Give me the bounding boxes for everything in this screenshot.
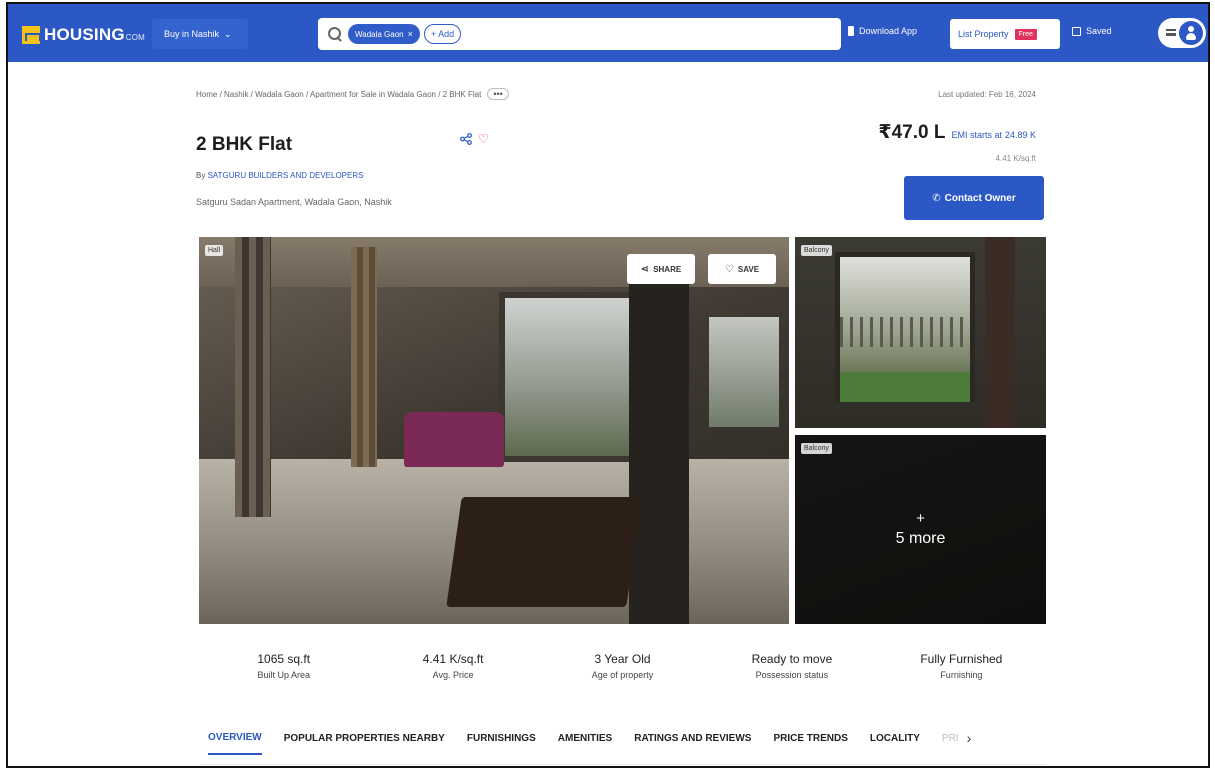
saved-label: Saved bbox=[1086, 26, 1112, 36]
share-button[interactable]: ⋖ SHARE bbox=[627, 254, 695, 284]
photo-detail bbox=[404, 412, 504, 467]
photo-detail bbox=[629, 277, 689, 624]
download-app-label: Download App bbox=[859, 26, 918, 36]
phone-icon: ✆ bbox=[932, 192, 941, 204]
stat-furnishing: Fully Furnished Furnishing bbox=[877, 652, 1046, 680]
stat-value: Fully Furnished bbox=[920, 652, 1003, 666]
balcony-photo-1[interactable]: Balcony bbox=[795, 237, 1046, 428]
stat-avg-price: 4.41 K/sq.ft Avg. Price bbox=[368, 652, 537, 680]
contact-owner-label: Contact Owner bbox=[944, 192, 1016, 204]
city-select-label: Buy in Nashik bbox=[164, 29, 220, 39]
list-property-button[interactable]: List Property Free bbox=[950, 19, 1060, 49]
menu-icon bbox=[1166, 29, 1176, 36]
listing-title: 2 BHK Flat bbox=[196, 134, 293, 155]
more-photos-label: 5 more bbox=[895, 530, 946, 547]
phone-icon bbox=[848, 26, 854, 36]
price-per-sqft: 4.41 K/sq.ft bbox=[995, 154, 1036, 163]
tabs-divider bbox=[199, 764, 1046, 765]
price-block: ₹47.0 L EMI starts at 24.89 K bbox=[878, 121, 1036, 144]
photo-detail bbox=[840, 372, 970, 402]
breadcrumb[interactable]: Home / Nashik / Wadala Gaon / Apartment … bbox=[196, 88, 509, 100]
logo-text: HOUSING bbox=[44, 25, 125, 44]
listing-price: ₹47.0 L bbox=[878, 122, 946, 143]
close-icon[interactable]: × bbox=[408, 29, 413, 39]
breadcrumb-more-button[interactable]: ••• bbox=[487, 88, 509, 100]
emi-label: EMI starts at bbox=[951, 130, 1002, 140]
photo-tag: Hall bbox=[205, 245, 224, 256]
chevron-right-icon[interactable]: › bbox=[967, 730, 972, 756]
free-badge: Free bbox=[1014, 28, 1037, 40]
property-stats: 1065 sq.ft Built Up Area 4.41 K/sq.ft Av… bbox=[199, 652, 1046, 680]
heart-icon: ♡ bbox=[724, 263, 734, 275]
stat-age: 3 Year Old Age of property bbox=[538, 652, 707, 680]
title-actions: ♡ bbox=[460, 132, 489, 146]
photo-detail bbox=[840, 317, 970, 347]
photo-detail bbox=[351, 247, 377, 467]
builder-link[interactable]: SATGURU BUILDERS AND DEVELOPERS bbox=[208, 171, 364, 180]
contact-owner-button[interactable]: ✆ Contact Owner bbox=[904, 176, 1044, 220]
browser-frame: HOUSING COM Buy in Nashik ⌄ Wadala Gaon … bbox=[6, 2, 1210, 768]
stat-value: 3 Year Old bbox=[594, 652, 651, 666]
photo-detail bbox=[709, 317, 779, 427]
stat-label: Built Up Area bbox=[257, 670, 310, 680]
user-menu-toggle[interactable] bbox=[1158, 18, 1206, 48]
photo-detail bbox=[235, 237, 271, 517]
breadcrumb-text[interactable]: Home / Nashik / Wadala Gaon / Apartment … bbox=[196, 90, 481, 99]
tab-overview[interactable]: OVERVIEW bbox=[208, 732, 262, 755]
share-icon: ⋖ bbox=[640, 263, 650, 275]
search-icon bbox=[328, 27, 342, 41]
builder-prefix: By bbox=[196, 171, 206, 180]
photo-detail bbox=[199, 237, 789, 287]
photo-detail bbox=[446, 497, 642, 607]
list-property-label: List Property bbox=[958, 29, 1009, 39]
stat-value: 4.41 K/sq.ft bbox=[422, 652, 484, 666]
stat-possession: Ready to move Possession status bbox=[707, 652, 876, 680]
last-updated: Last updated: Feb 16, 2024 bbox=[938, 90, 1036, 99]
stat-label: Avg. Price bbox=[432, 670, 474, 680]
more-photos-button[interactable]: + 5 more bbox=[795, 435, 1046, 624]
add-location-button[interactable]: + Add bbox=[423, 24, 462, 44]
saved-link[interactable]: Saved bbox=[1072, 26, 1112, 36]
saved-icon bbox=[1072, 26, 1081, 36]
tab-amenities[interactable]: AMENITIES bbox=[558, 733, 612, 754]
tab-ratings-reviews[interactable]: RATINGS AND REVIEWS bbox=[634, 733, 751, 754]
stat-value: Ready to move bbox=[751, 652, 833, 666]
emi-value: 24.89 K bbox=[1004, 130, 1036, 140]
emi-link[interactable]: EMI starts at 24.89 K bbox=[951, 130, 1036, 140]
stat-built-up-area: 1065 sq.ft Built Up Area bbox=[199, 652, 368, 680]
logo-house-icon bbox=[22, 26, 41, 44]
tab-price-trends[interactable]: PRICE TRENDS bbox=[773, 733, 847, 754]
save-button[interactable]: ♡ SAVE bbox=[708, 254, 776, 284]
main-photo[interactable]: Hall ⋖ SHARE ♡ SAVE bbox=[199, 237, 789, 624]
location-chip[interactable]: Wadala Gaon × bbox=[348, 24, 420, 44]
top-navbar: HOUSING COM Buy in Nashik ⌄ Wadala Gaon … bbox=[8, 4, 1208, 62]
user-avatar-icon bbox=[1179, 21, 1203, 45]
heart-icon[interactable]: ♡ bbox=[478, 132, 489, 146]
share-label: SHARE bbox=[653, 264, 682, 274]
stat-label: Furnishing bbox=[940, 670, 983, 680]
stat-label: Possession status bbox=[755, 670, 829, 680]
stat-value: 1065 sq.ft bbox=[257, 652, 311, 666]
share-icon[interactable] bbox=[460, 133, 472, 145]
stat-label: Age of property bbox=[591, 670, 654, 680]
section-tabs: OVERVIEW POPULAR PROPERTIES NEARBY FURNI… bbox=[208, 730, 971, 756]
listing-address: Satguru Sadan Apartment, Wadala Gaon, Na… bbox=[196, 197, 392, 207]
city-select-dropdown[interactable]: Buy in Nashik ⌄ bbox=[152, 19, 248, 49]
balcony-photo-2[interactable]: Balcony + 5 more bbox=[795, 435, 1046, 624]
search-bar[interactable]: Wadala Gaon × + Add bbox=[318, 18, 841, 50]
tab-furnishings[interactable]: FURNISHINGS bbox=[467, 733, 536, 754]
download-app-link[interactable]: Download App bbox=[848, 26, 917, 36]
location-chip-label: Wadala Gaon bbox=[355, 29, 404, 39]
logo-suffix: COM bbox=[125, 33, 146, 42]
tab-locality[interactable]: LOCALITY bbox=[870, 733, 920, 754]
housing-logo[interactable]: HOUSING COM bbox=[22, 25, 145, 45]
tab-truncated[interactable]: PRI bbox=[942, 733, 959, 754]
photo-detail bbox=[985, 237, 1015, 428]
builder-line: By SATGURU BUILDERS AND DEVELOPERS bbox=[196, 171, 363, 180]
photo-tag: Balcony bbox=[801, 245, 832, 256]
tab-popular-properties[interactable]: POPULAR PROPERTIES NEARBY bbox=[284, 733, 445, 754]
chevron-down-icon: ⌄ bbox=[224, 28, 232, 39]
plus-icon: + bbox=[916, 510, 925, 527]
save-label: SAVE bbox=[737, 264, 760, 274]
